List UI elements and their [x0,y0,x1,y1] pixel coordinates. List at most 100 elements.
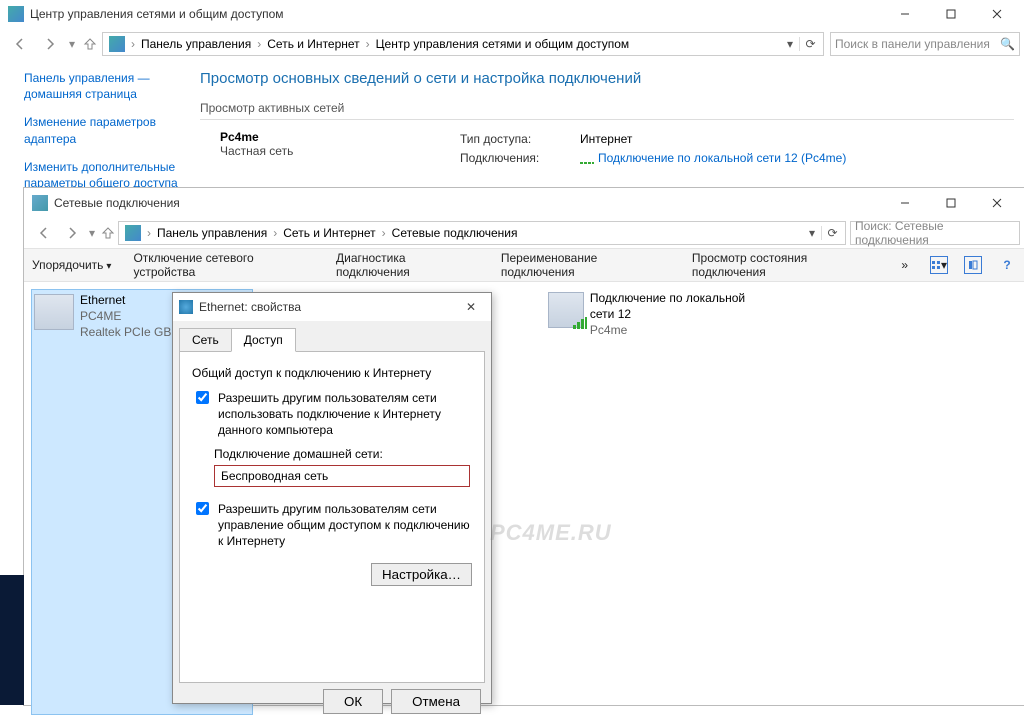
titlebar: Сетевые подключения [24,188,1024,218]
breadcrumb-item[interactable]: Сеть и Интернет [279,226,379,240]
recent-dropdown[interactable]: ▾ [66,30,78,58]
cancel-button[interactable]: Отмена [391,689,481,714]
maximize-button[interactable] [928,189,974,217]
chevron-right-icon: › [145,226,153,240]
settings-button[interactable]: Настройка… [371,563,472,586]
maximize-button[interactable] [928,0,974,28]
breadcrumb-item[interactable]: Сетевые подключения [388,226,522,240]
network-type: Частная сеть [220,144,460,158]
up-button[interactable] [98,219,118,247]
recent-dropdown[interactable]: ▾ [86,219,98,247]
adapter-icon [34,294,74,330]
active-networks-label: Просмотр активных сетей [200,101,1014,115]
breadcrumb-item[interactable]: Панель управления [153,226,271,240]
up-button[interactable] [80,30,100,58]
back-button[interactable] [30,219,58,247]
network-connections-icon [125,225,141,241]
tab-sharing[interactable]: Доступ [231,328,296,352]
refresh-button[interactable]: ⟳ [799,37,821,51]
dialog-title: Ethernet: свойства [199,300,301,314]
connection-device: Realtek PCIe GBE [80,324,179,340]
breadcrumb-dropdown[interactable]: ▾ [803,226,821,240]
chevron-right-icon: › [129,37,137,51]
tab-strip: Сеть Доступ [173,321,491,351]
window-title: Центр управления сетями и общим доступом [30,7,284,21]
breadcrumb-item[interactable]: Сеть и Интернет [263,37,363,51]
access-type-value: Интернет [580,130,846,149]
rename-button[interactable]: Переименование подключения [501,251,670,279]
ok-button[interactable]: ОК [323,689,383,714]
disable-device-button[interactable]: Отключение сетевого устройства [133,251,314,279]
window-title: Сетевые подключения [54,196,180,210]
chevron-right-icon: › [255,37,263,51]
breadcrumb-bar[interactable]: › Панель управления › Сеть и Интернет › … [118,221,846,245]
minimize-button[interactable] [882,0,928,28]
search-input[interactable]: Поиск: Сетевые подключения [850,221,1020,245]
refresh-button[interactable]: ⟳ [821,226,843,240]
close-button[interactable] [974,189,1020,217]
dialog-titlebar: Ethernet: свойства ✕ [173,293,491,321]
breadcrumb-item[interactable]: Центр управления сетями и общим доступом [372,37,634,51]
connection-name: Ethernet [80,292,179,308]
network-center-icon [8,6,24,22]
divider [200,119,1014,120]
home-network-value: Беспроводная сеть [221,469,328,483]
access-type-label: Тип доступа: [460,130,580,149]
search-icon: 🔍 [1000,37,1015,51]
minimize-button[interactable] [882,189,928,217]
connection-network: PC4ME [80,308,179,324]
preview-pane-button[interactable] [964,256,982,274]
tab-network[interactable]: Сеть [179,328,232,352]
search-input[interactable]: Поиск в панели управления 🔍 [830,32,1020,56]
ics-group-label: Общий доступ к подключению к Интернету [192,366,472,380]
address-bar: ▾ › Панель управления › Сеть и Интернет … [24,218,1024,248]
home-network-select[interactable]: Беспроводная сеть [214,465,470,487]
connection-link[interactable]: Подключение по локальной сети 12 (Pc4me) [598,151,846,165]
breadcrumb-item[interactable]: Панель управления [137,37,255,51]
breadcrumb-dropdown[interactable]: ▾ [781,37,799,51]
toolbar-overflow[interactable]: » [901,258,908,272]
connection-item-lan12[interactable]: Подключение по локальной сети 12 Pc4me [548,290,768,714]
sidebar-link-adapter-settings[interactable]: Изменение параметров адаптера [24,114,192,146]
network-center-window: Центр управления сетями и общим доступом… [0,0,1024,188]
connection-name: Подключение по локальной сети 12 [590,290,768,322]
allow-control-checkbox-row[interactable]: Разрешить другим пользователям сети упра… [192,501,472,550]
adapter-icon [548,292,584,328]
dialog-buttons: ОК Отмена [173,689,491,724]
back-button[interactable] [6,30,34,58]
watermark: PC4ME.RU [490,520,612,546]
view-options-button[interactable]: ▾ [930,256,948,274]
connections-label: Подключения: [460,149,580,168]
window-buttons [882,189,1020,217]
window-buttons [882,0,1020,28]
toolbar: Упорядочить Отключение сетевого устройст… [24,248,1024,282]
network-name: Pc4me [220,130,460,144]
forward-button[interactable] [58,219,86,247]
titlebar: Центр управления сетями и общим доступом [0,0,1024,28]
search-placeholder: Поиск в панели управления [835,37,990,51]
allow-sharing-checkbox[interactable] [196,391,209,404]
forward-button[interactable] [36,30,64,58]
signal-icon [580,154,594,164]
sidebar-link-home[interactable]: Панель управления — домашняя страница [24,70,192,102]
chevron-right-icon: › [380,226,388,240]
chevron-right-icon: › [364,37,372,51]
close-button[interactable]: ✕ [457,300,485,314]
diagnose-button[interactable]: Диагностика подключения [336,251,479,279]
breadcrumb-bar[interactable]: › Панель управления › Сеть и Интернет › … [102,32,824,56]
sidebar-link-sharing-settings[interactable]: Изменить дополнительные параметры общего… [24,159,192,191]
organize-button[interactable]: Упорядочить [32,258,111,272]
allow-control-label: Разрешить другим пользователям сети упра… [218,501,472,550]
network-center-icon [109,36,125,52]
home-network-label: Подключение домашней сети: [214,447,472,461]
address-bar: ▾ › Панель управления › Сеть и Интернет … [0,28,1024,60]
taskbar-fragment [0,575,24,705]
adapter-icon [179,300,193,314]
allow-control-checkbox[interactable] [196,502,209,515]
tab-content-sharing: Общий доступ к подключению к Интернету Р… [179,351,485,683]
help-button[interactable]: ? [998,256,1016,274]
allow-sharing-checkbox-row[interactable]: Разрешить другим пользователям сети испо… [192,390,472,439]
connection-network: Pc4me [590,322,768,338]
connection-status-button[interactable]: Просмотр состояния подключения [692,251,879,279]
close-button[interactable] [974,0,1020,28]
